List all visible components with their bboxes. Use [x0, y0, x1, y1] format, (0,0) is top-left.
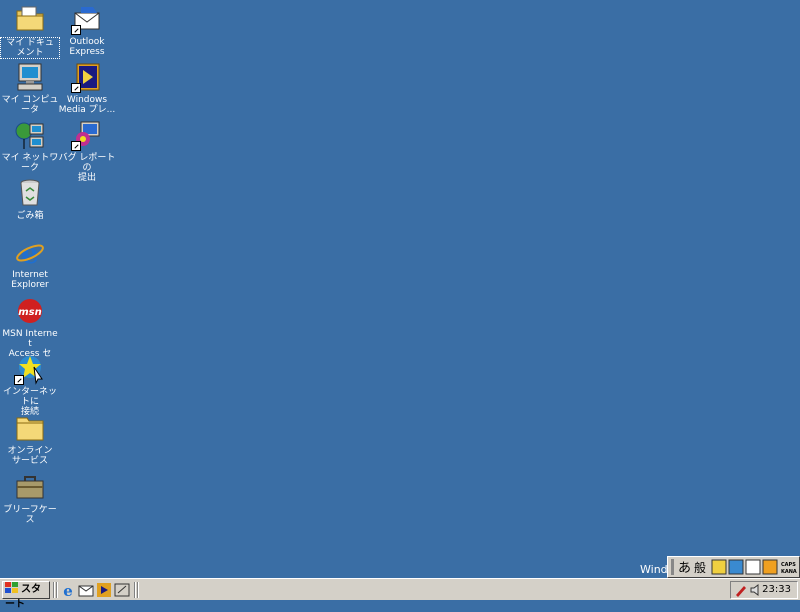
shortcut-arrow-icon	[71, 141, 81, 151]
msn-logo-text: msn	[18, 307, 42, 318]
desktop-icon-windows-media-player[interactable]: Windows Media プレ...	[57, 61, 117, 115]
desktop-icon-internet-explorer[interactable]: e Internet Explorer	[0, 236, 60, 290]
desktop-icon-my-documents[interactable]: マイ ドキュメント	[0, 3, 60, 59]
desktop-icon-label: オンライン サービス	[7, 446, 53, 466]
desktop-icon-label: Windows Media プレ...	[58, 95, 116, 115]
desktop-icon-label: Internet Explorer	[11, 270, 49, 290]
shortcut-arrow-icon	[71, 83, 81, 93]
shortcut-arrow-icon	[71, 25, 81, 35]
connection-wizard-icon	[14, 353, 46, 385]
briefcase-icon	[14, 471, 46, 503]
desktop-icon-online-services[interactable]: オンライン サービス	[0, 412, 60, 466]
network-icon	[14, 119, 46, 151]
desktop-icon-label: Outlook Express	[69, 37, 105, 57]
taskbar: スタート e 23:33	[0, 578, 800, 610]
system-tray: 23:33	[730, 581, 798, 599]
outlook-express-icon	[71, 3, 103, 35]
kana-indicator: KANA	[781, 569, 797, 575]
desktop-icon-connect-internet[interactable]: インターネットに 接続	[0, 353, 60, 417]
quicklaunch-show-desktop-icon[interactable]	[114, 582, 130, 598]
folder-documents-icon	[14, 3, 46, 35]
windows-flag-icon	[5, 582, 19, 594]
quicklaunch-media-player-icon[interactable]	[96, 582, 112, 598]
clock[interactable]: 23:33	[762, 584, 791, 595]
input-mode-label: あ	[678, 561, 691, 576]
taskbar-separator	[53, 582, 55, 598]
svg-text:e: e	[63, 582, 73, 598]
desktop-icon-label: マイ コンピュータ	[1, 95, 59, 115]
bug-report-icon	[71, 119, 103, 151]
shortcut-arrow-icon	[14, 375, 24, 385]
quicklaunch-outlook-icon[interactable]	[78, 582, 94, 598]
ime-mode-label: 般	[694, 560, 706, 575]
desktop[interactable]: マイ ドキュメント マイ コンピュータ マイ ネットワーク ごみ箱 e Inte…	[0, 0, 800, 578]
desktop-icon-label: ごみ箱	[16, 211, 44, 221]
quicklaunch-ie-icon[interactable]: e	[60, 582, 76, 600]
media-player-icon	[71, 61, 103, 93]
recycle-bin-icon	[14, 177, 46, 209]
desktop-icon-outlook-express[interactable]: Outlook Express	[57, 3, 117, 57]
desktop-icon-my-computer[interactable]: マイ コンピュータ	[0, 61, 60, 115]
taskbar-grip[interactable]	[56, 582, 58, 598]
desktop-icon-my-network[interactable]: マイ ネットワーク	[0, 119, 60, 173]
desktop-icon-label: マイ ドキュメント	[0, 37, 60, 59]
volume-icon[interactable]	[749, 583, 763, 600]
internet-explorer-icon: e	[14, 236, 46, 270]
desktop-icon-bug-report[interactable]: バグ レポートの 提出	[57, 119, 117, 183]
desktop-icon-recycle-bin[interactable]: ごみ箱	[0, 177, 60, 221]
svg-text:e: e	[21, 237, 39, 268]
pen-icon[interactable]	[734, 583, 748, 600]
taskbar-separator	[134, 582, 136, 598]
desktop-icon-label: バグ レポートの 提出	[58, 153, 116, 183]
desktop-icon-label: ブリーフケース	[3, 505, 57, 525]
taskbar-grip[interactable]	[137, 582, 139, 598]
language-bar-icons: あ 般 CAPS KANA	[671, 559, 797, 576]
start-button[interactable]: スタート	[2, 581, 50, 610]
folder-icon	[14, 412, 46, 444]
computer-icon	[14, 61, 46, 93]
desktop-icon-briefcase[interactable]: ブリーフケース	[0, 471, 60, 525]
desktop-icon-label: マイ ネットワーク	[1, 153, 59, 173]
caps-indicator: CAPS	[781, 562, 796, 568]
msn-butterfly-icon: msn	[14, 295, 46, 327]
language-bar[interactable]: あ 般 CAPS KANA	[667, 556, 800, 578]
